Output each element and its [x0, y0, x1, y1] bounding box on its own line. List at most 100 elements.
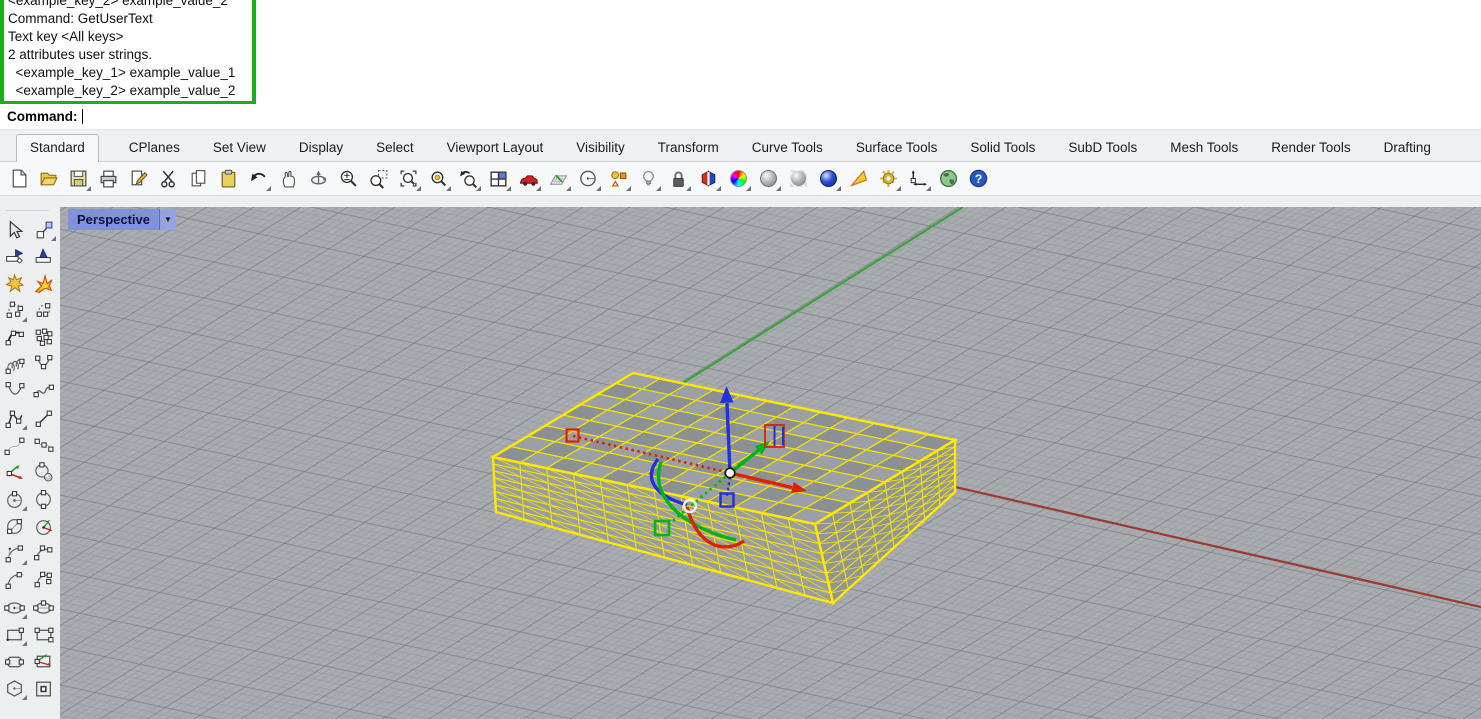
help-icon[interactable]: ? [965, 165, 992, 192]
svg-text:?: ? [975, 172, 982, 186]
osnap-icon[interactable] [605, 165, 632, 192]
toolbar-tab-curve-tools[interactable]: Curve Tools [749, 135, 826, 161]
zoom-selected-icon[interactable] [425, 165, 452, 192]
shaded-display-icon[interactable] [725, 165, 752, 192]
line-icon[interactable] [30, 405, 56, 431]
ellipse-center-icon[interactable] [1, 594, 27, 620]
zoom-extents-icon[interactable] [395, 165, 422, 192]
history-line-2: 2 attributes user strings. [8, 46, 248, 64]
history-line-0: Command: GetUserText [8, 10, 248, 28]
control-points-icon[interactable] [30, 216, 56, 242]
hide-objects-icon[interactable] [1, 243, 27, 269]
pan-icon[interactable] [275, 165, 302, 192]
toolbar-tab-solid-tools[interactable]: Solid Tools [967, 135, 1038, 161]
open-file-icon[interactable] [35, 165, 62, 192]
undo-icon[interactable] [245, 165, 272, 192]
group-puzzle-icon[interactable] [1, 270, 27, 296]
circle-center-icon[interactable] [1, 486, 27, 512]
car-icon[interactable] [515, 165, 542, 192]
viewport-menu-dropdown[interactable]: ▼ [159, 209, 176, 230]
rectangle-3pt-icon[interactable] [30, 621, 56, 647]
polygon-edge-icon[interactable] [30, 675, 56, 701]
zoom-dynamic-icon[interactable] [335, 165, 362, 192]
history-line-4: <example_key_2> example_value_2 [8, 82, 248, 100]
command-prompt[interactable]: Command: [0, 104, 1481, 130]
toolbar-tab-surface-tools[interactable]: Surface Tools [853, 135, 941, 161]
undo-view-icon[interactable] [455, 165, 482, 192]
toolbar-tab-visibility[interactable]: Visibility [573, 135, 628, 161]
arc-points-icon[interactable] [30, 567, 56, 593]
history-line-clipped: <example_key_2> example_value_2 [8, 0, 248, 10]
curve-v-icon[interactable] [30, 351, 56, 377]
circle-2pt-icon[interactable] [30, 486, 56, 512]
perspective-viewport[interactable]: Perspective ▼ [60, 207, 1481, 719]
command-prompt-label: Command: [7, 109, 78, 124]
show-objects-icon[interactable] [30, 243, 56, 269]
adjustable-blend-icon[interactable] [30, 432, 56, 458]
curve-interpolate-icon[interactable] [1, 324, 27, 350]
main-area: Perspective ▼ [0, 196, 1481, 719]
toolbar-tab-standard[interactable]: Standard [16, 134, 99, 162]
viewport-canvas[interactable] [60, 207, 1481, 719]
select-arrow-icon[interactable] [1, 216, 27, 242]
toolbar-tab-drafting[interactable]: Drafting [1381, 135, 1434, 161]
cut-icon[interactable] [155, 165, 182, 192]
toolbar-tab-transform[interactable]: Transform [655, 135, 722, 161]
helix-icon[interactable] [1, 351, 27, 377]
ellipse-diameter-icon[interactable] [30, 594, 56, 620]
rounded-rectangle-icon[interactable] [1, 648, 27, 674]
arc-tangent-icon[interactable] [1, 567, 27, 593]
point-cloud-icon[interactable] [30, 324, 56, 350]
polyline-icon[interactable] [1, 405, 27, 431]
rectangle-corner-icon[interactable] [1, 621, 27, 647]
viewport-title[interactable]: Perspective [68, 209, 159, 230]
paste-icon[interactable] [215, 165, 242, 192]
polygon-center-icon[interactable] [1, 675, 27, 701]
cplane-axes-icon[interactable] [1, 459, 27, 485]
blend-curve-icon[interactable] [1, 432, 27, 458]
viewport-layout-icon[interactable] [485, 165, 512, 192]
toolbar-tab-display[interactable]: Display [296, 135, 346, 161]
wireframe-display-icon[interactable] [695, 165, 722, 192]
circle-tool-icon[interactable] [575, 165, 602, 192]
parabola-icon[interactable] [1, 378, 27, 404]
new-document-icon[interactable] [5, 165, 32, 192]
export-icon[interactable] [125, 165, 152, 192]
copy-icon[interactable] [185, 165, 212, 192]
curve-closed-icon[interactable] [30, 297, 56, 323]
history-line-1: Text key <All keys> [8, 28, 248, 46]
arc-center-icon[interactable] [1, 540, 27, 566]
save-icon[interactable] [65, 165, 92, 192]
rectangle-vertical-icon[interactable] [30, 648, 56, 674]
tool-sidebar [0, 196, 57, 719]
lightbulb-icon[interactable] [635, 165, 662, 192]
cplane-icon[interactable] [545, 165, 572, 192]
toolbar-tab-mesh-tools[interactable]: Mesh Tools [1167, 135, 1241, 161]
render-icon[interactable] [815, 165, 842, 192]
rendered-display-icon[interactable] [755, 165, 782, 192]
dimension-icon[interactable] [905, 165, 932, 192]
viewport-title-tab[interactable]: Perspective ▼ [68, 209, 176, 230]
ghosted-display-icon[interactable] [785, 165, 812, 192]
toolbar-tab-select[interactable]: Select [373, 135, 417, 161]
sketch-curve-icon[interactable] [30, 378, 56, 404]
rotate-view-icon[interactable] [305, 165, 332, 192]
circle-vertical-icon[interactable] [30, 513, 56, 539]
globe-icon[interactable] [935, 165, 962, 192]
curve-freeform-icon[interactable] [1, 297, 27, 323]
arc-3pt-icon[interactable] [30, 540, 56, 566]
toolbar-tab-render-tools[interactable]: Render Tools [1268, 135, 1353, 161]
circle-diameter-icon[interactable] [1, 513, 27, 539]
render-cone-icon[interactable] [845, 165, 872, 192]
lock-icon[interactable] [665, 165, 692, 192]
settings-gear-icon[interactable] [875, 165, 902, 192]
zoom-window-icon[interactable] [365, 165, 392, 192]
toolbar-tab-subd-tools[interactable]: SubD Tools [1065, 135, 1140, 161]
toolbar-tab-cplanes[interactable]: CPlanes [126, 135, 183, 161]
toolbar-tab-viewport-layout[interactable]: Viewport Layout [444, 135, 547, 161]
print-icon[interactable] [95, 165, 122, 192]
explode-icon[interactable] [30, 270, 56, 296]
toolbar-tab-set-view[interactable]: Set View [210, 135, 269, 161]
standard-toolbar: ? [0, 162, 1481, 196]
circle-tangent-icon[interactable] [30, 459, 56, 485]
